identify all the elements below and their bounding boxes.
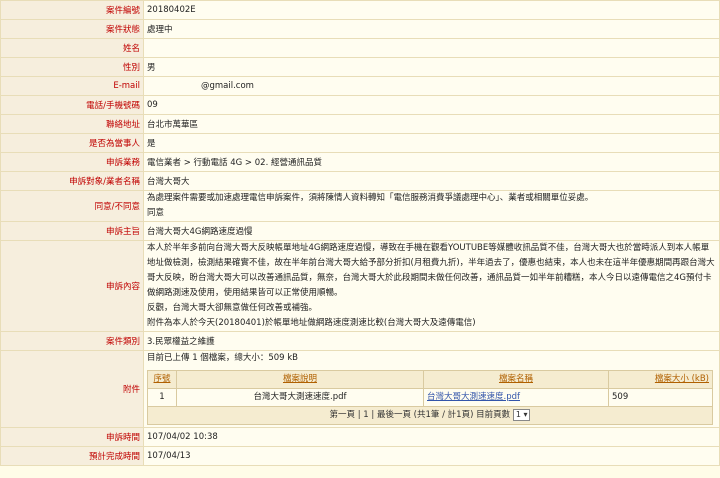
case-type-row: 案件類別 3.民眾權益之維護 xyxy=(0,331,720,351)
consent-statement: 為處理案件需要或加速處理電信申訴案件，須將陳情人資料轉知「電信服務消費爭議處理中… xyxy=(147,193,594,203)
attachments-summary: 目前已上傳 1 個檔案，總大小：509 kB xyxy=(147,353,298,363)
target-label: 申訴對象/業者名稱 xyxy=(0,171,144,191)
target-row: 申訴對象/業者名稱 台灣大哥大 xyxy=(0,171,720,191)
case-status-value: 處理中 xyxy=(143,19,720,39)
content-paragraph-2: 反觀，台灣大哥大卻無意做任何改善或補強。 xyxy=(147,303,318,313)
case-detail-table: 案件編號 20180402E 案件狀態 處理中 姓名 性別 男 E-mail @… xyxy=(0,0,720,466)
submit-time-row: 申訴時間 107/04/02 10:38 xyxy=(0,427,720,447)
gender-label: 性別 xyxy=(0,57,144,77)
consent-cell: 為處理案件需要或加速處理電信申訴案件，須將陳情人資料轉知「電信服務消費爭議處理中… xyxy=(143,190,720,222)
file-link-cell: 台灣大哥大測速速度.pdf xyxy=(423,388,609,407)
address-label: 聯絡地址 xyxy=(0,114,144,134)
pager: 第一頁 | 1 | 最後一頁 (共1筆 / 計1頁) 目前頁數 1 ▾ xyxy=(147,406,713,425)
case-type-value: 3.民眾權益之維護 xyxy=(143,331,720,351)
consent-label: 同意/不同意 xyxy=(0,190,144,222)
attachments-table: 序號 檔案說明 檔案名稱 檔案大小 (kB) 1 台灣大哥大測速速度.pdf 台… xyxy=(147,370,713,425)
case-status-label: 案件狀態 xyxy=(0,19,144,39)
pager-text[interactable]: 第一頁 | 1 | 最後一頁 (共1筆 / 計1頁) 目前頁數 xyxy=(330,410,511,420)
content-label: 申訴內容 xyxy=(0,240,144,332)
file-size: 509 xyxy=(608,388,713,407)
gender-row: 性別 男 xyxy=(0,57,720,77)
email-value: @gmail.com xyxy=(201,81,254,91)
table-row: 1 台灣大哥大測速速度.pdf 台灣大哥大測速速度.pdf 509 xyxy=(147,388,713,407)
target-value: 台灣大哥大 xyxy=(143,171,720,191)
attachments-label: 附件 xyxy=(0,350,144,428)
content-paragraph-3: 附件為本人於今天(20180401)於帳單地址做網路速度測速比較(台灣大哥大及遠… xyxy=(147,318,476,328)
email-row: E-mail @gmail.com xyxy=(0,76,720,96)
category-row: 申訴業務 電信業者 > 行動電話 4G > 02. 經營通訊品質 xyxy=(0,152,720,172)
case-no-row: 案件編號 20180402E xyxy=(0,0,720,20)
chevron-down-icon: ▾ xyxy=(523,410,528,419)
phone-row: 電話/手機號碼 09 xyxy=(0,95,720,115)
subject-row: 申訴主旨 台灣大哥大4G網路速度過慢 xyxy=(0,221,720,241)
pager-row: 第一頁 | 1 | 最後一頁 (共1筆 / 計1頁) 目前頁數 1 ▾ xyxy=(147,406,713,425)
name-label: 姓名 xyxy=(0,38,144,58)
address-row: 聯絡地址 台北市萬華區 xyxy=(0,114,720,134)
email-label: E-mail xyxy=(0,76,144,96)
expected-time-label: 預計完成時間 xyxy=(0,446,144,466)
address-value: 台北市萬華區 xyxy=(143,114,720,134)
is-party-value: 是 xyxy=(143,133,720,153)
submit-time-label: 申訴時間 xyxy=(0,427,144,447)
content-cell: 本人於半年多前向台灣大哥大反映帳單地址4G網路速度過慢，導致在手機在觀看YOUT… xyxy=(143,240,720,332)
gender-value: 男 xyxy=(143,57,720,77)
phone-label: 電話/手機號碼 xyxy=(0,95,144,115)
expected-time-value: 107/04/13 xyxy=(143,446,720,466)
col-header-no[interactable]: 序號 xyxy=(147,370,177,389)
col-header-file[interactable]: 檔案名稱 xyxy=(423,370,609,389)
expected-time-row: 預計完成時間 107/04/13 xyxy=(0,446,720,466)
file-no: 1 xyxy=(147,388,177,407)
file-desc: 台灣大哥大測速速度.pdf xyxy=(176,388,424,407)
consent-row: 同意/不同意 為處理案件需要或加速處理電信申訴案件，須將陳情人資料轉知「電信服務… xyxy=(0,190,720,222)
is-party-label: 是否為當事人 xyxy=(0,133,144,153)
file-download-link[interactable]: 台灣大哥大測速速度.pdf xyxy=(427,392,520,402)
col-header-size[interactable]: 檔案大小 (kB) xyxy=(608,370,713,389)
category-label: 申訴業務 xyxy=(0,152,144,172)
subject-label: 申訴主旨 xyxy=(0,221,144,241)
page-select-value: 1 xyxy=(515,410,521,419)
email-cell: @gmail.com xyxy=(143,76,720,96)
page-select[interactable]: 1 ▾ xyxy=(512,409,531,421)
case-status-row: 案件狀態 處理中 xyxy=(0,19,720,39)
attachments-row: 附件 目前已上傳 1 個檔案，總大小：509 kB 序號 檔案說明 檔案名稱 檔… xyxy=(0,350,720,428)
consent-answer: 同意 xyxy=(147,208,165,218)
is-party-row: 是否為當事人 是 xyxy=(0,133,720,153)
col-header-desc[interactable]: 檔案說明 xyxy=(176,370,424,389)
phone-value: 09 xyxy=(143,95,720,115)
subject-value: 台灣大哥大4G網路速度過慢 xyxy=(143,221,720,241)
content-paragraph-1: 本人於半年多前向台灣大哥大反映帳單地址4G網路速度過慢，導致在手機在觀看YOUT… xyxy=(147,243,715,298)
case-type-label: 案件類別 xyxy=(0,331,144,351)
name-value xyxy=(143,38,720,58)
content-row: 申訴內容 本人於半年多前向台灣大哥大反映帳單地址4G網路速度過慢，導致在手機在觀… xyxy=(0,240,720,332)
case-no-value: 20180402E xyxy=(143,0,720,20)
attachments-header-row: 序號 檔案說明 檔案名稱 檔案大小 (kB) xyxy=(147,370,713,389)
name-row: 姓名 xyxy=(0,38,720,58)
attachments-cell: 目前已上傳 1 個檔案，總大小：509 kB 序號 檔案說明 檔案名稱 檔案大小… xyxy=(143,350,720,428)
case-no-label: 案件編號 xyxy=(0,0,144,20)
submit-time-value: 107/04/02 10:38 xyxy=(143,427,720,447)
category-value: 電信業者 > 行動電話 4G > 02. 經營通訊品質 xyxy=(143,152,720,172)
